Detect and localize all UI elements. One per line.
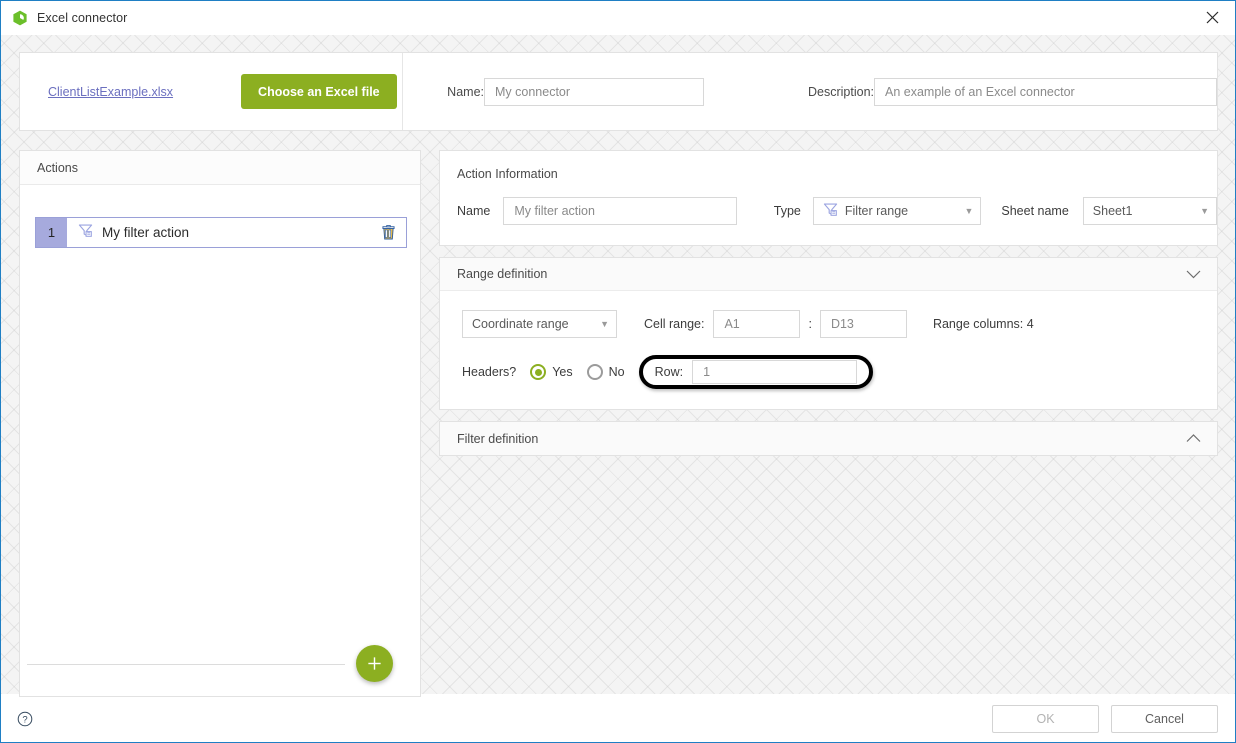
connector-description-input[interactable]: An example of an Excel connector <box>874 77 1217 106</box>
close-icon[interactable] <box>1190 1 1235 34</box>
radio-unselected-icon <box>586 364 603 380</box>
title-bar: Excel connector <box>1 1 1235 35</box>
chevron-down-icon[interactable] <box>1186 270 1201 279</box>
filter-range-icon <box>78 223 93 243</box>
add-action-button[interactable] <box>356 645 393 682</box>
headers-yes-radio[interactable]: Yes <box>530 364 573 380</box>
action-type-value: Filter range <box>844 204 909 218</box>
cell-range-label: Cell range: <box>644 317 705 331</box>
help-icon[interactable]: ? <box>17 711 33 727</box>
headers-yes-label: Yes <box>552 365 573 379</box>
headers-row: Headers? Yes No Row: 1 <box>462 355 1217 389</box>
connector-name-input[interactable]: My connector <box>484 77 704 106</box>
action-information-title: Action Information <box>457 167 558 181</box>
cell-range-separator: : <box>808 317 812 331</box>
actions-panel: Actions 1 My filter action <box>19 150 421 697</box>
range-definition-body: Coordinate range ▼ Cell range: A1 : D13 … <box>440 291 1217 409</box>
sheet-name-select[interactable]: Sheet1 ▼ <box>1082 197 1217 225</box>
trash-icon[interactable] <box>370 218 406 247</box>
range-mode-value: Coordinate range <box>472 317 569 331</box>
cancel-button[interactable]: Cancel <box>1111 704 1218 733</box>
action-row-content[interactable]: My filter action <box>67 218 370 247</box>
headers-label: Headers? <box>462 365 517 379</box>
svg-text:?: ? <box>22 714 27 725</box>
range-mode-select[interactable]: Coordinate range ▼ <box>462 310 617 338</box>
choose-excel-file-button[interactable]: Choose an Excel file <box>241 74 397 109</box>
action-name-input[interactable]: My filter action <box>503 197 737 225</box>
file-selection-zone: ClientListExample.xlsx Choose an Excel f… <box>20 53 404 130</box>
chevron-down-icon: ▼ <box>1200 205 1209 216</box>
selected-file-link[interactable]: ClientListExample.xlsx <box>48 85 173 99</box>
window-title: Excel connector <box>37 10 128 25</box>
divider <box>27 664 345 665</box>
connector-description-label: Description: <box>808 84 874 99</box>
range-definition-header[interactable]: Range definition <box>440 258 1217 291</box>
dialog-footer: ? OK Cancel <box>1 694 1235 742</box>
action-information-card: Action Information Name My filter action… <box>439 150 1218 246</box>
sheet-name-label: Sheet name <box>1001 204 1069 218</box>
headers-no-radio[interactable]: No <box>586 364 625 380</box>
dialog-body: ClientListExample.xlsx Choose an Excel f… <box>1 35 1235 697</box>
actions-panel-header: Actions <box>20 151 420 185</box>
excel-connector-dialog: Excel connector ClientListExample.xlsx C… <box>0 0 1236 743</box>
headers-no-label: No <box>608 365 625 379</box>
connector-header-card: ClientListExample.xlsx Choose an Excel f… <box>19 52 1218 131</box>
list-item[interactable]: 1 My filter action <box>35 217 407 248</box>
connector-name-field-group: Name: My connector <box>447 77 704 106</box>
filter-definition-header[interactable]: Filter definition <box>440 422 1217 455</box>
connector-description-field-group: Description: An example of an Excel conn… <box>808 77 1217 106</box>
actions-panel-title: Actions <box>37 160 78 175</box>
excel-connector-icon <box>12 10 28 26</box>
ok-button[interactable]: OK <box>992 704 1099 733</box>
range-definition-card: Range definition Coordinate range ▼ Cell <box>439 257 1218 410</box>
action-index-badge: 1 <box>36 218 67 247</box>
action-type-label: Type <box>773 204 801 218</box>
connector-name-label: Name: <box>447 84 484 99</box>
sheet-name-value: Sheet1 <box>1092 204 1133 218</box>
action-information-row: Name My filter action Type Filter range … <box>440 181 1217 245</box>
chevron-down-icon: ▼ <box>600 318 609 329</box>
footer-button-group: OK Cancel <box>992 704 1218 733</box>
filter-range-icon <box>823 202 838 220</box>
range-definition-title: Range definition <box>457 267 548 281</box>
action-name-label: Name <box>457 204 491 218</box>
cell-range-to-input[interactable]: D13 <box>819 310 907 338</box>
radio-selected-icon <box>530 364 547 380</box>
action-type-select[interactable]: Filter range ▼ <box>812 197 982 225</box>
action-name-label: My filter action <box>102 225 190 240</box>
header-row-label: Row: <box>654 365 684 379</box>
filter-definition-title: Filter definition <box>457 431 539 446</box>
cell-range-from-input[interactable]: A1 <box>713 310 801 338</box>
action-detail-column: Action Information Name My filter action… <box>439 150 1218 467</box>
header-row-input[interactable]: 1 <box>692 360 858 384</box>
chevron-up-icon[interactable] <box>1186 434 1201 443</box>
range-coordinates-row: Coordinate range ▼ Cell range: A1 : D13 … <box>462 310 1217 338</box>
chevron-down-icon: ▼ <box>964 205 974 216</box>
range-columns-label: Range columns: 4 <box>932 317 1034 331</box>
header-row-highlight-annotation: Row: 1 <box>638 355 874 389</box>
plus-icon <box>366 655 383 672</box>
filter-definition-card: Filter definition <box>439 421 1218 456</box>
